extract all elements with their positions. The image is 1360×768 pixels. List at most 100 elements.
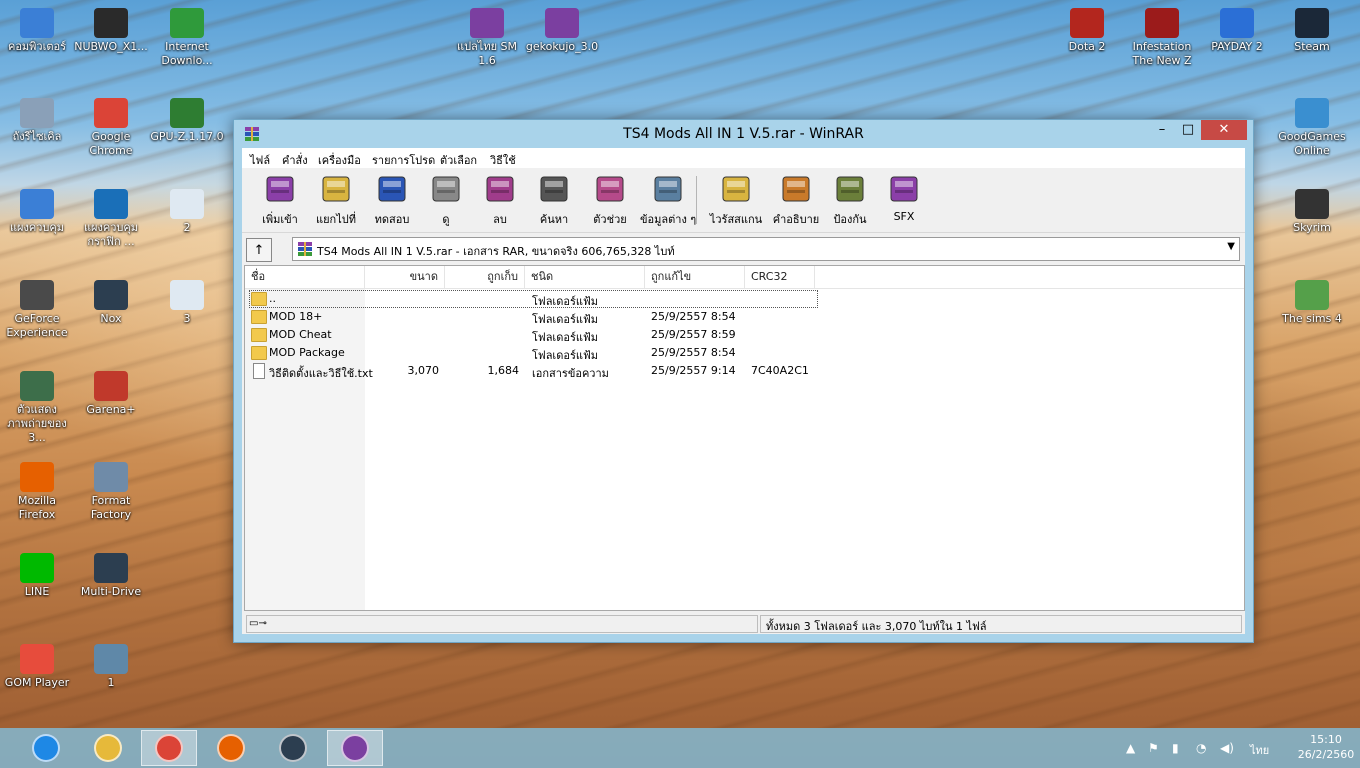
desktop-icon[interactable]: Mozilla Firefox <box>0 462 74 522</box>
desktop-icon-label: Garena+ <box>86 403 136 416</box>
desktop-icon[interactable]: แผงควบคุมกราฟิก ... <box>74 189 148 249</box>
menu-item[interactable]: วิธีใช้ <box>490 151 516 169</box>
desktop-icon-label: 3 <box>183 312 191 325</box>
toolbar-button[interactable]: ข้อมูลต่าง ๆ <box>640 172 696 228</box>
taskbar-button[interactable] <box>80 730 136 766</box>
desktop-icon[interactable]: ตัวแสดงภาพถ่ายของ 3... <box>0 371 74 445</box>
menu-item[interactable]: คำสั่ง <box>282 151 308 169</box>
desktop-icon[interactable]: แผงควบคุม <box>0 189 74 235</box>
winrar-archive-icon <box>545 8 579 38</box>
desktop-icon[interactable]: ถังรีไซเคิล <box>0 98 74 144</box>
action-center-icon[interactable]: ⚑ <box>1148 741 1159 755</box>
toolbar-button[interactable]: ไวรัสสแกน <box>708 172 764 228</box>
line-icon <box>20 553 54 583</box>
desktop-icon[interactable]: 3 <box>150 280 224 326</box>
desktop-icon-label: Infestation The New Z <box>1132 40 1192 67</box>
desktop-icon[interactable]: Internet Downlo... <box>150 8 224 68</box>
test-icon <box>374 172 410 206</box>
language-indicator[interactable]: ไทย <box>1250 741 1269 759</box>
power-icon[interactable]: ▮ <box>1172 741 1179 755</box>
toolbar-button[interactable]: ตัวช่วย <box>582 172 638 228</box>
close-button[interactable]: ✕ <box>1201 120 1247 140</box>
desktop-icon[interactable]: The sims 4 <box>1275 280 1349 326</box>
desktop-icon[interactable]: คอมพิวเตอร์ <box>0 8 74 54</box>
drive-key-icon[interactable]: ▭⊸ <box>249 618 267 629</box>
menu-item[interactable]: ตัวเลือก <box>440 151 477 169</box>
clock[interactable]: 15:10 26/2/2560 <box>1296 732 1356 762</box>
menu-item[interactable]: ไฟล์ <box>250 151 270 169</box>
desktop-icon[interactable]: GOM Player <box>0 644 74 690</box>
desktop-icon[interactable]: Steam <box>1275 8 1349 54</box>
minimize-button[interactable]: – <box>1149 120 1175 140</box>
table-row[interactable]: .. โฟลเดอร์แฟ้ม <box>245 290 1244 308</box>
desktop-icon[interactable]: PAYDAY 2 <box>1200 8 1274 54</box>
cell-size: 3,070 <box>407 364 440 377</box>
taskbar-button[interactable] <box>203 730 259 766</box>
desktop-icon[interactable]: Multi-Drive <box>74 553 148 599</box>
toolbar-button[interactable]: ป้องกัน <box>822 172 878 228</box>
desktop-icon[interactable]: LINE <box>0 553 74 599</box>
table-row[interactable]: MOD 18+ โฟลเดอร์แฟ้ม 25/9/2557 8:54 <box>245 308 1244 326</box>
desktop-icon[interactable]: Dota 2 <box>1050 8 1124 54</box>
title-bar[interactable]: TS4 Mods All IN 1 V.5.rar - WinRAR – □ ✕ <box>234 120 1253 148</box>
desktop-icon-label: ถังรีไซเคิล <box>12 130 62 143</box>
toolbar-button[interactable]: SFX <box>876 172 932 228</box>
network-icon[interactable]: ◔ <box>1196 741 1206 755</box>
column-header-type[interactable]: ชนิด <box>525 266 645 288</box>
desktop-icon[interactable]: GeForce Experience <box>0 280 74 340</box>
image-file-icon <box>94 644 128 674</box>
column-header-packed[interactable]: ถูกเก็บ <box>445 266 525 288</box>
desktop-icon[interactable]: 1 <box>74 644 148 690</box>
menu-item[interactable]: เครื่องมือ <box>318 151 361 169</box>
file-icon <box>170 280 204 310</box>
up-folder-button[interactable]: ↑ <box>246 238 272 262</box>
taskbar-button[interactable] <box>327 730 383 766</box>
taskbar-button[interactable] <box>18 730 74 766</box>
path-dropdown[interactable]: TS4 Mods All IN 1 V.5.rar - เอกสาร RAR, … <box>292 237 1240 261</box>
garena-icon <box>94 371 128 401</box>
desktop-icon[interactable]: GPU-Z.1.17.0 <box>150 98 224 144</box>
cell-name: MOD Package <box>269 346 345 359</box>
desktop-icon[interactable]: Format Factory <box>74 462 148 522</box>
desktop-icon[interactable]: 2 <box>150 189 224 235</box>
toolbar-button[interactable]: ค้นหา <box>526 172 582 228</box>
chevron-up-icon[interactable]: ▲ <box>1126 741 1135 755</box>
toolbar-button[interactable]: ทดสอบ <box>364 172 420 228</box>
desktop-icon-label: Steam <box>1294 40 1330 53</box>
desktop-icon[interactable]: Nox <box>74 280 148 326</box>
column-header-crc[interactable]: CRC32 <box>745 266 815 288</box>
folder-icon <box>251 346 267 360</box>
desktop-icon[interactable]: GoodGames Online <box>1275 98 1349 158</box>
maximize-button[interactable]: □ <box>1175 120 1201 140</box>
table-row[interactable]: MOD Package โฟลเดอร์แฟ้ม 25/9/2557 8:54 <box>245 344 1244 362</box>
file-list[interactable]: ชื่อ ขนาด ถูกเก็บ ชนิด ถูกแก้ไข CRC32 ..… <box>244 265 1245 611</box>
toolbar-button[interactable]: ลบ <box>472 172 528 228</box>
taskbar-button[interactable] <box>141 730 197 766</box>
desktop-icon-label: คอมพิวเตอร์ <box>7 40 67 53</box>
volume-icon[interactable]: ◀) <box>1220 741 1234 755</box>
toolbar-button[interactable]: คำอธิบาย <box>768 172 824 228</box>
menu-item[interactable]: รายการโปรด <box>372 151 435 169</box>
column-header-size[interactable]: ขนาด <box>365 266 445 288</box>
toolbar-button[interactable]: เพิ่มเข้า <box>252 172 308 228</box>
toolbar-button[interactable]: ดู <box>418 172 474 228</box>
toolbar-button[interactable]: แยกไปที่ <box>308 172 364 228</box>
table-row[interactable]: MOD Cheat โฟลเดอร์แฟ้ม 25/9/2557 8:59 <box>245 326 1244 344</box>
desktop-icon[interactable]: gekokujo_3.0 <box>525 8 599 54</box>
column-header-modified[interactable]: ถูกแก้ไข <box>645 266 745 288</box>
desktop-icon[interactable]: Skyrim <box>1275 189 1349 235</box>
desktop-icon[interactable]: Google Chrome <box>74 98 148 158</box>
winrar-archive-icon <box>470 8 504 38</box>
toolbar-button-label: ข้อมูลต่าง ๆ <box>640 213 697 226</box>
desktop-icon[interactable]: Infestation The New Z <box>1125 8 1199 68</box>
desktop-icon[interactable]: Garena+ <box>74 371 148 417</box>
desktop-icon[interactable]: แปลไทย SM 1.6 <box>450 8 524 68</box>
desktop-icon-label: GPU-Z.1.17.0 <box>150 130 224 143</box>
chevron-down-icon[interactable]: ▼ <box>1227 241 1235 252</box>
toolbar: เพิ่มเข้า แยกไปที่ ทดสอบ ดู ลบ ค้นหา ตัวช่วย ข้… <box>242 168 1245 233</box>
taskbar-button[interactable] <box>265 730 321 766</box>
desktop-icon[interactable]: NUBWO_X1... <box>74 8 148 54</box>
table-row[interactable]: วิธีติดตั้งและวิธีใช้.txt 3,070 1,684 เอกสา… <box>245 362 1244 380</box>
firefox-icon <box>20 462 54 492</box>
column-header-name[interactable]: ชื่อ <box>245 266 365 288</box>
